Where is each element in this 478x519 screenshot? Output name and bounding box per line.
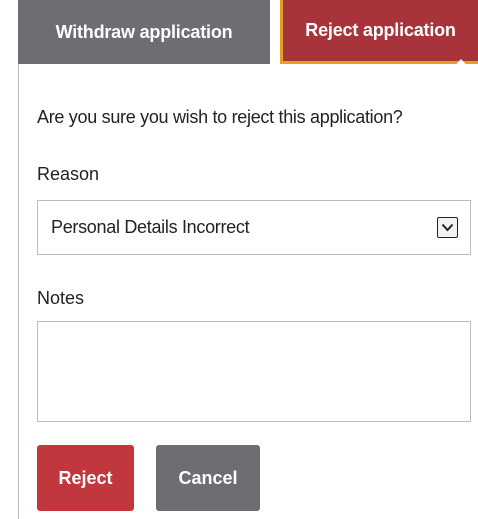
chevron-down-icon[interactable] <box>437 217 458 238</box>
cancel-button[interactable]: Cancel <box>156 445 260 511</box>
tab-reject-label: Reject application <box>305 20 456 40</box>
reason-select[interactable]: Personal Details Incorrect <box>37 200 471 255</box>
tab-withdraw-application[interactable]: Withdraw application <box>18 0 270 64</box>
notes-textarea[interactable] <box>37 321 471 422</box>
tab-reject-application[interactable]: Reject application <box>280 0 478 64</box>
reason-label: Reason <box>37 164 100 184</box>
reject-button[interactable]: Reject <box>37 445 134 511</box>
confirmation-prompt: Are you sure you wish to reject this app… <box>37 107 403 127</box>
tab-withdraw-label: Withdraw application <box>55 21 233 42</box>
notes-label: Notes <box>37 288 85 308</box>
reason-selected-value: Personal Details Incorrect <box>51 217 250 237</box>
